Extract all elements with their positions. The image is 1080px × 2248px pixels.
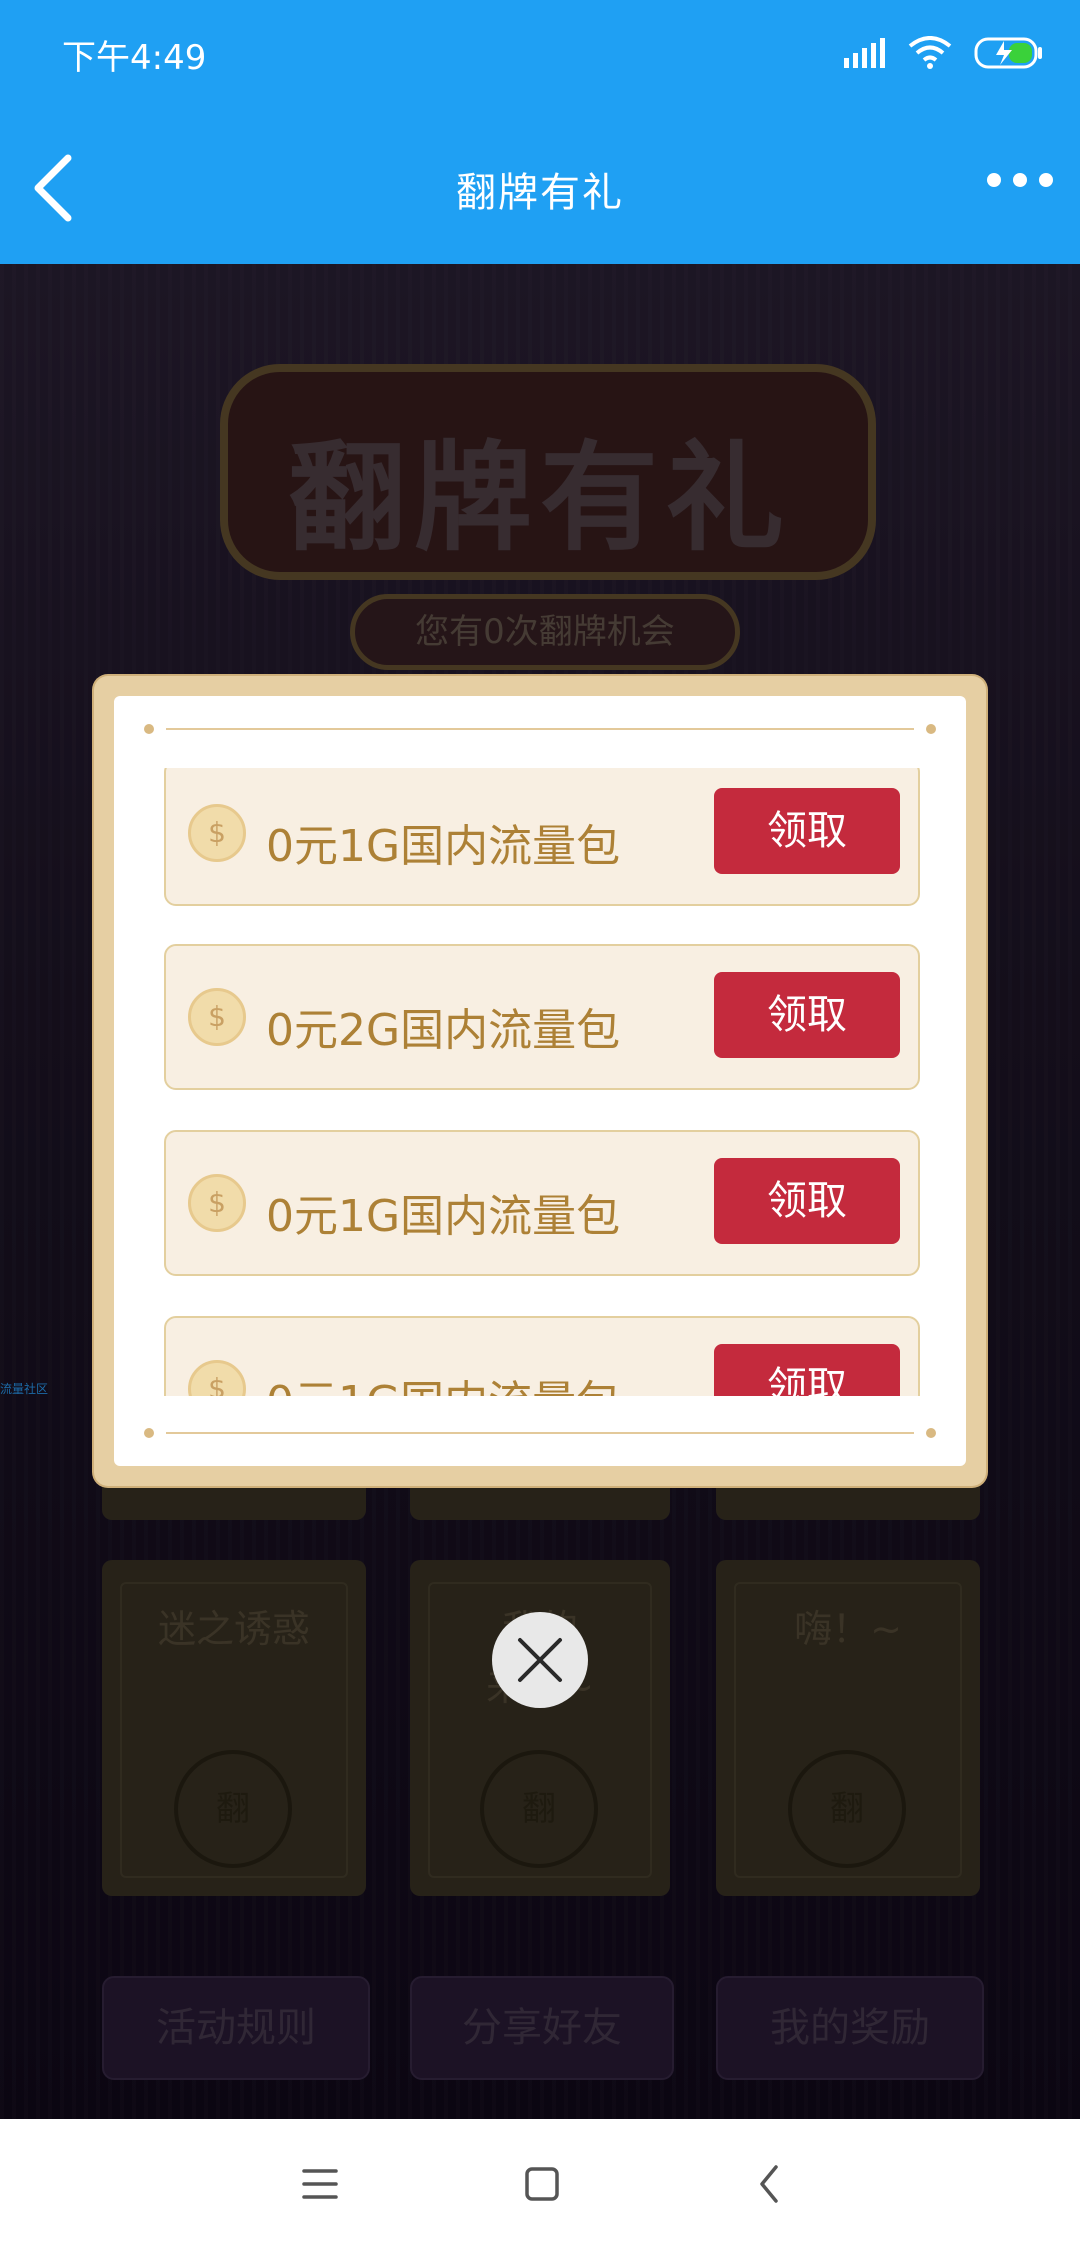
claim-button[interactable]: 领取 xyxy=(714,972,900,1058)
divider xyxy=(166,728,914,730)
list-item: $ 0元1G国内流量包 领取 xyxy=(164,1130,920,1276)
corner-dot xyxy=(926,1428,936,1438)
list-item: $ 0元1G国内流量包 领取 xyxy=(164,1316,920,1396)
rewards-modal: $ 0元1G国内流量包 领取 $ 0元2G国内流量包 领取 $ 0元1G国内流量… xyxy=(94,676,986,1486)
home-square-icon xyxy=(525,2167,559,2201)
coin-icon: $ xyxy=(188,988,246,1046)
reward-label: 0元1G国内流量包 xyxy=(266,1191,621,1242)
battery-charging-icon xyxy=(974,37,1042,69)
more-dots-icon xyxy=(987,173,1053,187)
system-nav-bar xyxy=(0,2119,1080,2248)
list-item: $ 0元2G国内流量包 领取 xyxy=(164,944,920,1090)
reward-label: 0元2G国内流量包 xyxy=(266,1005,621,1056)
menu-icon xyxy=(302,2169,338,2199)
reward-list[interactable]: $ 0元1G国内流量包 领取 $ 0元2G国内流量包 领取 $ 0元1G国内流量… xyxy=(164,768,924,1396)
signal-icon xyxy=(844,38,885,68)
corner-dot xyxy=(926,724,936,734)
coin-icon: $ xyxy=(188,1360,246,1396)
reward-label: 0元1G国内流量包 xyxy=(266,821,621,872)
modal-body: $ 0元1G国内流量包 领取 $ 0元2G国内流量包 领取 $ 0元1G国内流量… xyxy=(114,696,966,1466)
corner-dot xyxy=(144,1428,154,1438)
wifi-icon xyxy=(908,36,952,69)
page-title: 翻牌有礼 xyxy=(456,170,624,216)
system-back-button[interactable] xyxy=(740,2159,800,2209)
title-bar: 翻牌有礼 xyxy=(0,110,1080,264)
claim-button[interactable]: 领取 xyxy=(714,1344,900,1396)
claim-button[interactable]: 领取 xyxy=(714,788,900,874)
recent-apps-button[interactable] xyxy=(290,2159,350,2209)
reward-label: 0元1G国内流量包 xyxy=(266,1366,620,1396)
home-button[interactable] xyxy=(512,2159,572,2209)
status-bar: 下午4:49 xyxy=(0,0,1080,110)
more-button[interactable] xyxy=(980,160,1060,200)
status-icons xyxy=(844,36,1044,70)
status-time: 下午4:49 xyxy=(62,38,207,78)
coin-icon: $ xyxy=(188,1174,246,1232)
close-button[interactable] xyxy=(492,1612,588,1708)
list-item: $ 0元1G国内流量包 领取 xyxy=(164,768,920,906)
close-icon xyxy=(518,1638,562,1682)
coin-icon: $ xyxy=(188,804,246,862)
claim-button[interactable]: 领取 xyxy=(714,1158,900,1244)
back-arrow-icon xyxy=(760,2165,778,2203)
corner-dot xyxy=(144,724,154,734)
divider xyxy=(166,1432,914,1434)
